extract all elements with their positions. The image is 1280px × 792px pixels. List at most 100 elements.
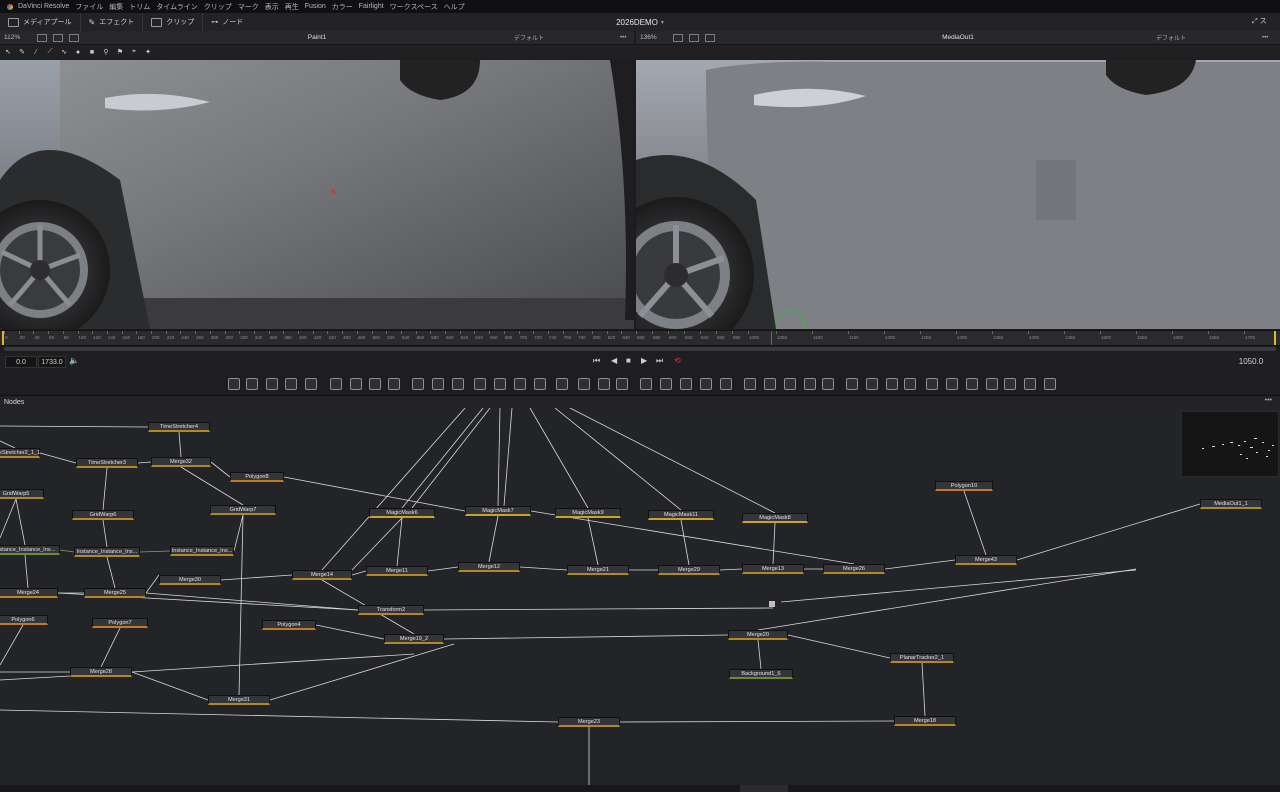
step-back-icon[interactable]: ◀	[611, 356, 617, 365]
node-magicmask9[interactable]: MagicMask9	[555, 508, 621, 518]
node-merge14[interactable]: Merge14	[292, 570, 352, 580]
clips-button[interactable]: クリップ	[143, 13, 204, 31]
menu-edit[interactable]: 編集	[109, 2, 123, 12]
fusion-tool-icon[interactable]	[266, 378, 278, 390]
fusion-tool-icon[interactable]	[986, 378, 998, 390]
select-tool-icon[interactable]: ↖	[4, 48, 12, 56]
circle-tool-icon[interactable]: ●	[74, 49, 82, 56]
node-gridwarp6[interactable]: GridWarp6	[72, 510, 134, 520]
fusion-tool-icon[interactable]	[764, 378, 776, 390]
viewer-right-option[interactable]: デフォルト	[1156, 33, 1186, 42]
wand-tool-icon[interactable]: ✦	[144, 48, 152, 56]
node-merge19-2[interactable]: Merge19_2	[384, 634, 444, 644]
fusion-tool-icon[interactable]	[946, 378, 958, 390]
viewer-right-lut-icon[interactable]	[689, 33, 699, 42]
workspace-right-label[interactable]: ⤢ ス	[1252, 16, 1267, 26]
node-timestretcher3[interactable]: TimeStretcher3	[76, 458, 138, 468]
viewer-right-fit-icon[interactable]	[673, 33, 683, 42]
media-pool-button[interactable]: メディアプール	[0, 13, 81, 31]
node-instance-instance-ins-[interactable]: Instance_Instance_Ins...	[74, 547, 140, 557]
menu-workspace[interactable]: ワークスペース	[390, 2, 438, 12]
node-instance-instance-ins-[interactable]: Instance_Instance_Ins...	[0, 545, 60, 555]
viewer-right-roi-icon[interactable]	[705, 33, 715, 42]
node-merge30[interactable]: Merge30	[159, 575, 221, 585]
menu-app[interactable]: DaVinci Resolve	[18, 3, 69, 10]
fusion-tool-icon[interactable]	[744, 378, 756, 390]
viewer-left-zoom[interactable]: 112%	[0, 34, 34, 41]
node-transform2[interactable]: Transform2	[358, 605, 424, 615]
node-polygon10[interactable]: Polygon10	[935, 481, 993, 491]
viewer-left-lut-icon[interactable]	[53, 33, 63, 42]
node-magicmask7[interactable]: MagicMask7	[465, 506, 531, 516]
node-merge25[interactable]: Merge25	[84, 588, 146, 598]
node-polygon4[interactable]: Polygon4	[262, 620, 316, 630]
node-polygon7[interactable]: Polygon7	[92, 618, 148, 628]
menu-mark[interactable]: マーク	[238, 2, 259, 12]
clone-tool-icon[interactable]: ⚲	[102, 48, 110, 56]
rect-tool-icon[interactable]: ■	[88, 49, 96, 56]
fusion-tool-icon[interactable]	[432, 378, 444, 390]
fusion-tool-icon[interactable]	[388, 378, 400, 390]
audio-icon[interactable]: 🔈	[69, 356, 79, 365]
fusion-tool-icon[interactable]	[305, 378, 317, 390]
viewer-left-option[interactable]: デフォルト	[514, 33, 544, 42]
stop-icon[interactable]: ■	[626, 356, 631, 365]
pipe-router[interactable]	[769, 601, 775, 607]
scrub-bar[interactable]	[4, 347, 1276, 351]
node-background1-6[interactable]: Background1_6	[729, 669, 793, 679]
fusion-tool-icon[interactable]	[1044, 378, 1056, 390]
menu-fusion[interactable]: Fusion	[305, 3, 326, 10]
node-merge13[interactable]: Merge13	[742, 564, 804, 574]
fusion-tool-icon[interactable]	[369, 378, 381, 390]
brush-tool-icon[interactable]: ✎	[18, 48, 26, 56]
node-mediaout1-1[interactable]: MediaOut1_1	[1200, 499, 1262, 509]
fusion-tool-icon[interactable]	[494, 378, 506, 390]
fusion-tool-icon[interactable]	[598, 378, 610, 390]
fusion-tool-icon[interactable]	[534, 378, 546, 390]
fusion-tool-icon[interactable]	[578, 378, 590, 390]
fusion-tool-icon[interactable]	[822, 378, 834, 390]
fusion-tool-icon[interactable]	[330, 378, 342, 390]
fusion-tool-icon[interactable]	[926, 378, 938, 390]
fusion-tool-icon[interactable]	[966, 378, 978, 390]
fusion-tool-icon[interactable]	[846, 378, 858, 390]
fusion-tool-icon[interactable]	[680, 378, 692, 390]
node-polygon6[interactable]: Polygon6	[0, 615, 48, 625]
node-merge21[interactable]: Merge21	[567, 565, 629, 575]
stroke-tool-icon[interactable]: ⁄	[32, 49, 40, 56]
go-to-start-icon[interactable]: ⏮	[593, 356, 600, 366]
node-timestretcher4[interactable]: TimeStretcher4	[148, 422, 210, 432]
fusion-tool-icon[interactable]	[1024, 378, 1036, 390]
fusion-tool-icon[interactable]	[474, 378, 486, 390]
node-merge12[interactable]: Merge12	[458, 562, 520, 572]
node-merge11[interactable]: Merge11	[366, 566, 428, 576]
line-tool-icon[interactable]: ⟋	[46, 48, 54, 56]
viewer-right[interactable]	[636, 60, 1280, 329]
node-gridwarp7[interactable]: GridWarp7	[210, 505, 276, 515]
node-merge26[interactable]: Merge26	[823, 564, 885, 574]
fusion-tool-icon[interactable]	[804, 378, 816, 390]
node-merge43[interactable]: Merge43	[955, 555, 1017, 565]
fusion-tool-icon[interactable]	[412, 378, 424, 390]
node-magicmask8[interactable]: MagicMask8	[742, 513, 808, 523]
effects-button[interactable]: ✎ エフェクト	[81, 13, 144, 31]
menu-color[interactable]: カラー	[332, 2, 353, 12]
current-frame-field[interactable]: 1050.0	[1232, 356, 1270, 366]
time-ruler[interactable]: 0 20 40 60 80 100 120 140 160 180 200 220 240 260 280 3…	[0, 330, 1280, 346]
go-to-end-icon[interactable]: ⏭	[656, 356, 663, 366]
fusion-tool-icon[interactable]	[660, 378, 672, 390]
viewer-left-more-icon[interactable]: •••	[620, 35, 626, 41]
fusion-tool-icon[interactable]	[700, 378, 712, 390]
viewer-right-more-icon[interactable]: •••	[1262, 35, 1268, 41]
fusion-tool-icon[interactable]	[616, 378, 628, 390]
nodes-more-icon[interactable]: •••	[1265, 397, 1272, 404]
curve-tool-icon[interactable]: ∿	[60, 48, 68, 56]
node-merge23[interactable]: Merge23	[558, 717, 620, 727]
playhead[interactable]	[771, 331, 772, 345]
node-instance-instance-ins-[interactable]: Instance_Instance_Ins...	[170, 546, 234, 556]
node-merge32[interactable]: Merge32	[151, 457, 211, 467]
node-merge29[interactable]: Merge29	[658, 565, 720, 575]
node-navigator-minimap[interactable]	[1181, 411, 1279, 477]
fusion-tool-icon[interactable]	[866, 378, 878, 390]
fusion-tool-icon[interactable]	[720, 378, 732, 390]
